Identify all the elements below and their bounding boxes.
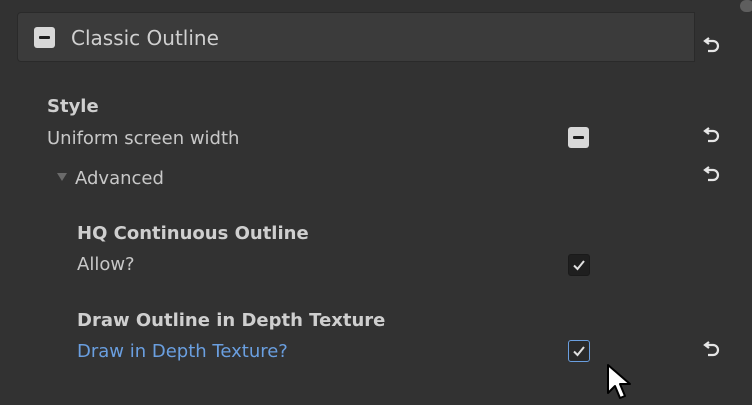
uniform-screen-width-mixed-toggle[interactable] xyxy=(568,127,589,148)
foldout-arrow-icon[interactable] xyxy=(57,173,67,181)
draw-in-depth-texture-label: Draw in Depth Texture? xyxy=(77,341,288,362)
revert-icon[interactable] xyxy=(701,37,723,55)
revert-icon[interactable] xyxy=(701,166,723,184)
mouse-pointer-icon xyxy=(607,364,631,399)
draw-in-depth-texture-checkbox[interactable] xyxy=(568,340,590,362)
allow-label: Allow? xyxy=(77,254,135,275)
component-title: Classic Outline xyxy=(71,26,219,50)
component-header[interactable]: Classic Outline xyxy=(17,12,695,62)
uniform-screen-width-label: Uniform screen width xyxy=(47,128,240,149)
checkmark-icon xyxy=(573,346,585,357)
checkmark-icon xyxy=(573,260,585,271)
allow-checkbox[interactable] xyxy=(568,254,590,276)
scrollbar-knob[interactable] xyxy=(740,0,752,12)
style-heading: Style xyxy=(47,96,99,117)
advanced-foldout-label[interactable]: Advanced xyxy=(75,168,164,189)
component-enabled-toggle[interactable] xyxy=(34,27,55,48)
revert-icon[interactable] xyxy=(701,127,723,145)
hq-continuous-outline-heading: HQ Continuous Outline xyxy=(77,223,309,244)
draw-outline-depth-heading: Draw Outline in Depth Texture xyxy=(77,310,386,331)
revert-icon[interactable] xyxy=(701,341,723,359)
